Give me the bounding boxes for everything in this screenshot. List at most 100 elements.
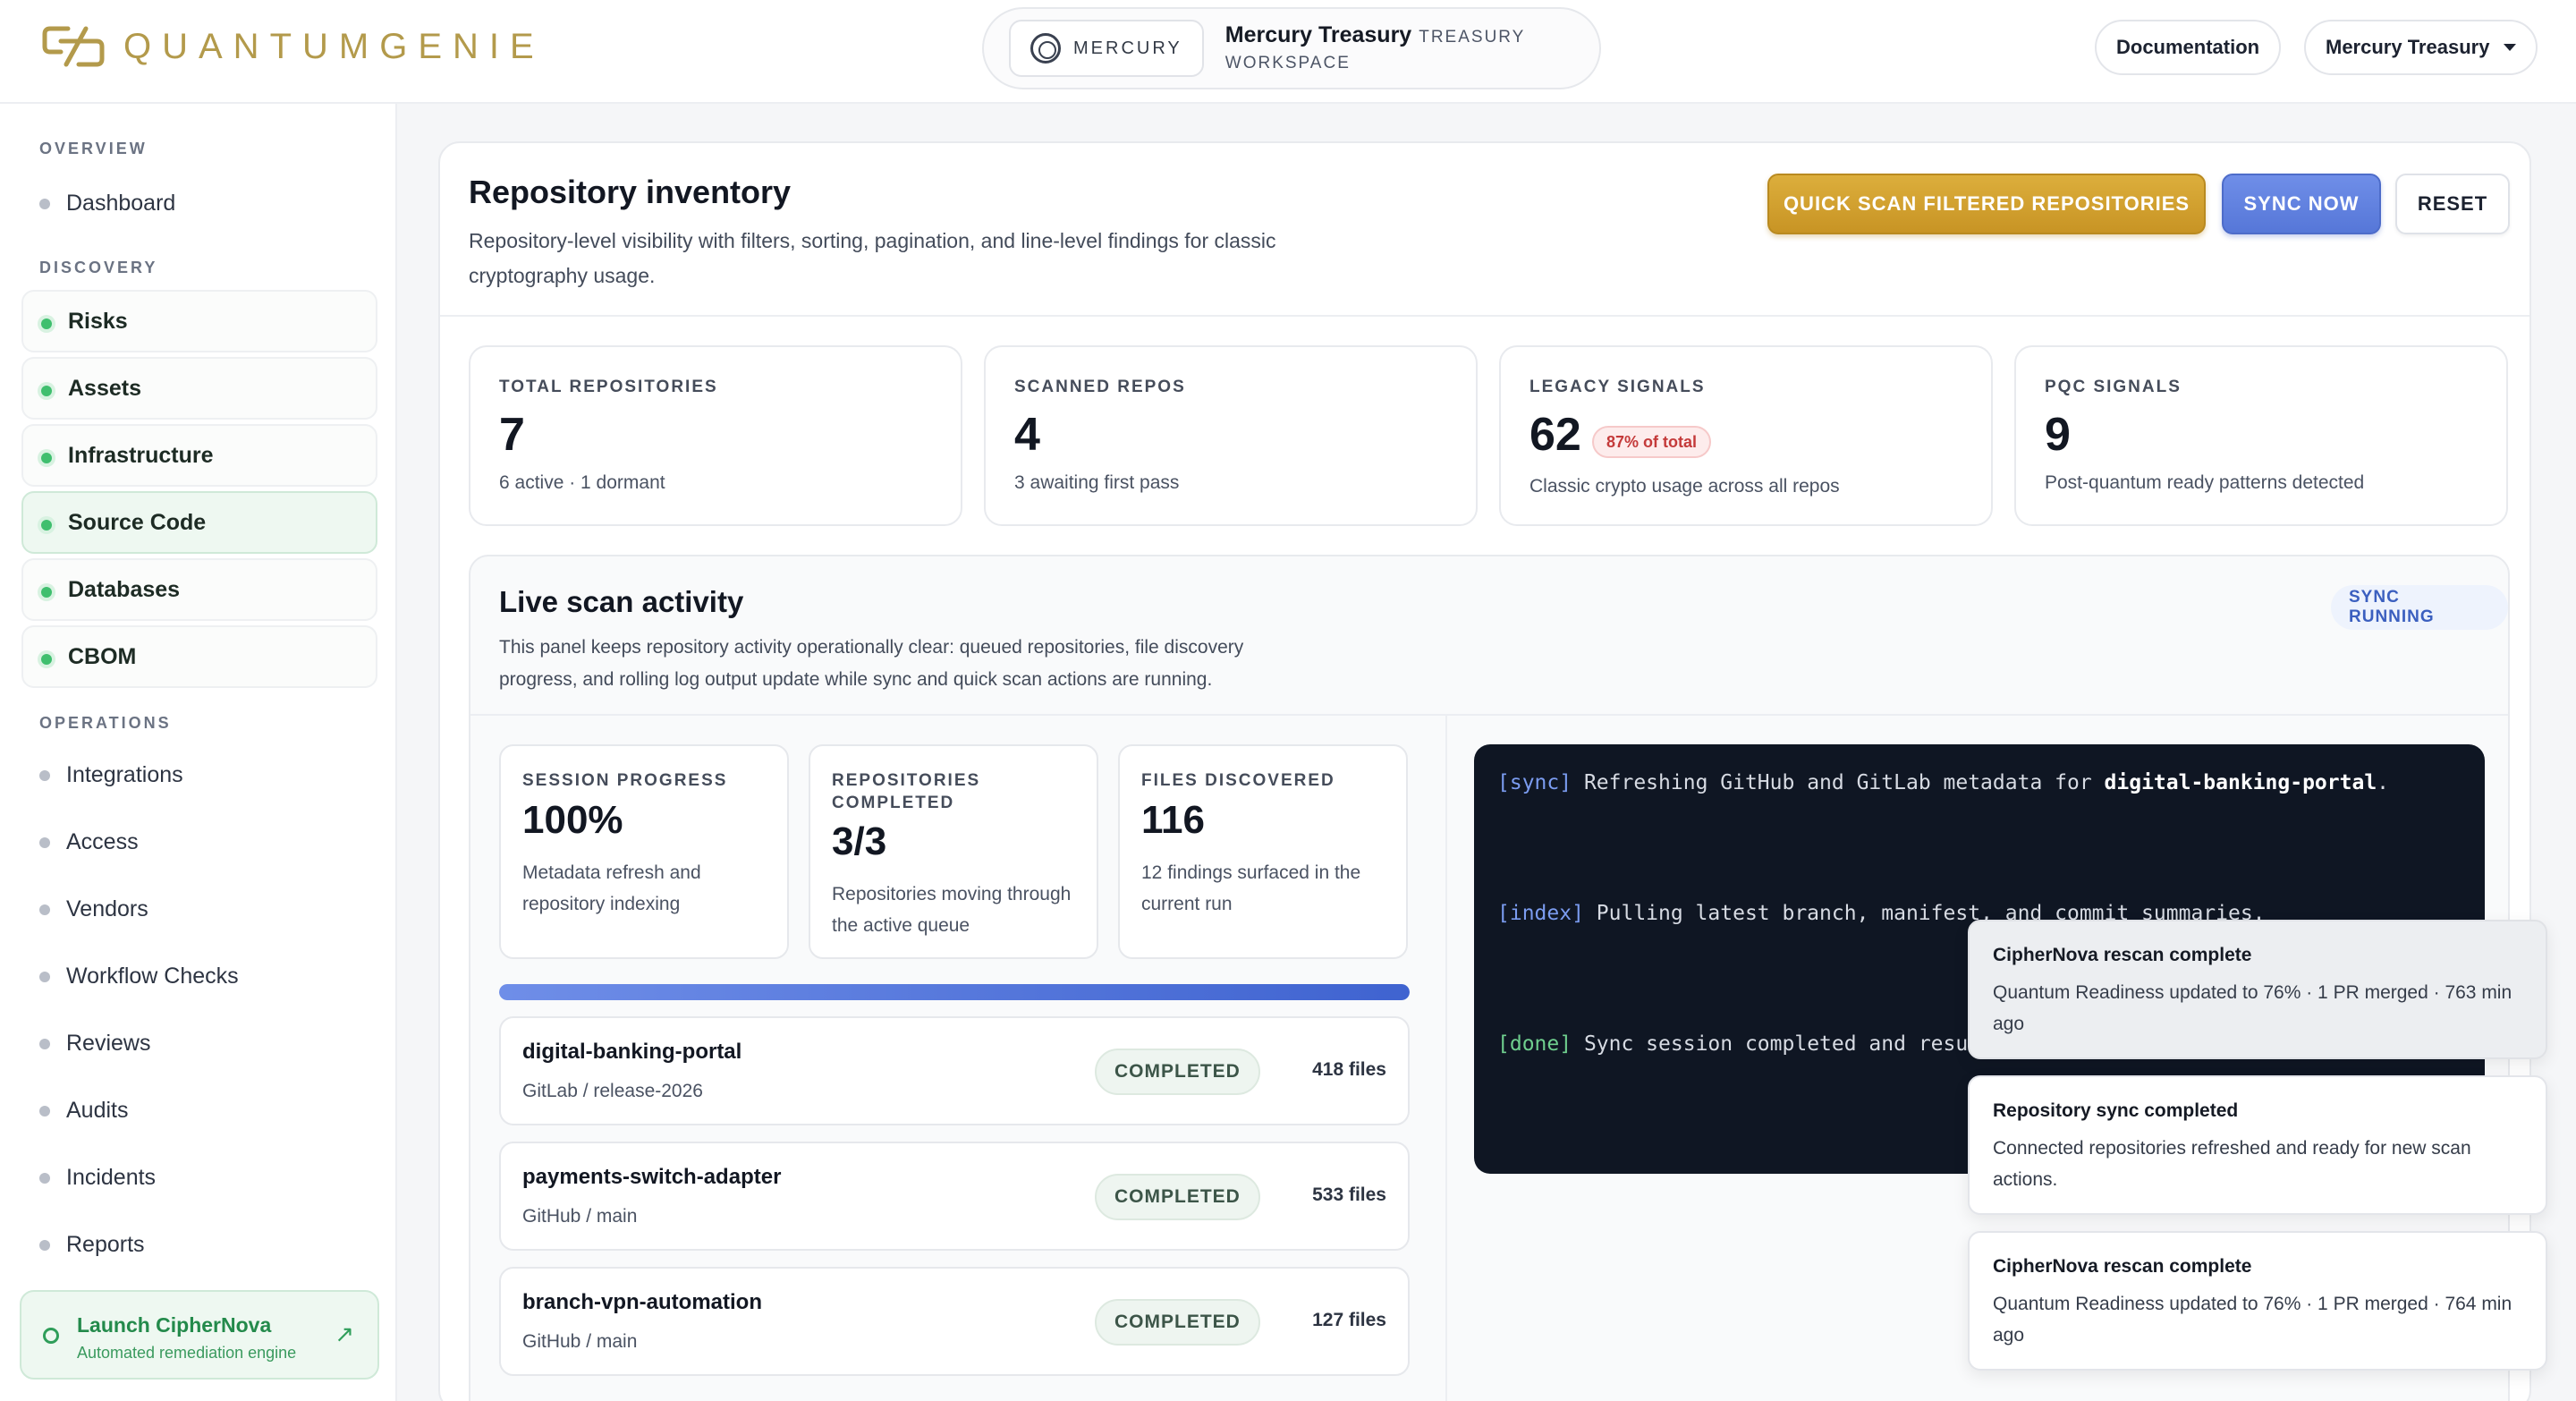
documentation-button[interactable]: Documentation <box>2095 20 2282 75</box>
stat-label: TOTAL REPOSITORIES <box>499 378 718 396</box>
sidebar-item-label: Audits <box>66 1097 129 1123</box>
nav-dot-icon <box>39 1106 50 1117</box>
repo-file-count: 127 files <box>1312 1310 1386 1330</box>
metric-label: REPOSITORIES COMPLETED <box>832 771 981 812</box>
status-dot-icon <box>41 520 52 531</box>
stat-subtitle: 6 active · 1 dormant <box>499 472 665 493</box>
sidebar-item-databases[interactable]: Databases <box>21 558 377 621</box>
sidebar-item-integrations[interactable]: Integrations <box>21 743 377 806</box>
log-tag: [index] <box>1497 902 1584 925</box>
sidebar-item-reports[interactable]: Reports <box>21 1213 377 1276</box>
sidebar-item-vendors[interactable]: Vendors <box>21 878 377 940</box>
header-divider <box>440 315 2529 317</box>
sidebar-item-label: Vendors <box>66 896 148 921</box>
toast-notification[interactable]: CipherNova rescan complete Quantum Readi… <box>1968 1231 2547 1371</box>
sidebar-item-workflow-checks[interactable]: Workflow Checks <box>21 945 377 1007</box>
sidebar-item-audits[interactable]: Audits <box>21 1079 377 1142</box>
sidebar-item-label: Dashboard <box>66 190 176 216</box>
sidebar-item-incidents[interactable]: Incidents <box>21 1146 377 1209</box>
page-title: Repository inventory <box>469 174 792 210</box>
nav-dot-icon <box>39 1039 50 1049</box>
status-dot-icon <box>41 654 52 665</box>
logo[interactable]: QUANTUMGENIE <box>41 23 545 70</box>
sync-status-badge: SYNC RUNNING <box>2331 585 2508 630</box>
log-repo: digital-banking-portal <box>2104 771 2377 794</box>
workspace-name-text: Mercury Treasury <box>1224 22 1412 47</box>
nav-dot-icon <box>39 770 50 781</box>
sidebar-item-label: Incidents <box>66 1164 157 1190</box>
sidebar-item-reviews[interactable]: Reviews <box>21 1012 377 1074</box>
sidebar-item-label: CBOM <box>68 643 137 669</box>
repo-row[interactable]: digital-banking-portal GitLab / release-… <box>499 1016 1410 1125</box>
live-divider <box>470 714 2508 716</box>
status-dot-icon <box>41 386 52 396</box>
legacy-percent-badge: 87% of total <box>1592 426 1712 458</box>
stat-legacy-signals: LEGACY SIGNALS 62 87% of total Classic c… <box>1499 345 1993 526</box>
sidebar-item-infrastructure[interactable]: Infrastructure <box>21 424 377 487</box>
stat-subtitle: Post-quantum ready patterns detected <box>2045 472 2365 493</box>
account-name: Mercury Treasury <box>2326 36 2490 58</box>
repo-row[interactable]: branch-vpn-automation GitHub / main COMP… <box>499 1267 1410 1376</box>
sidebar-item-access[interactable]: Access <box>21 811 377 873</box>
sidebar-section-operations: OPERATIONS <box>39 714 172 732</box>
sidebar-item-cbom[interactable]: CBOM <box>21 625 377 688</box>
sidebar-item-label: Risks <box>68 308 128 334</box>
metric-value: 116 <box>1141 798 1205 842</box>
quick-scan-button[interactable]: QUICK SCAN FILTERED REPOSITORIES <box>1767 174 2206 234</box>
log-tail: . <box>2377 771 2390 794</box>
workspace-switcher[interactable]: MERCURY Mercury Treasury TREASURY WORKSPA… <box>982 7 1601 89</box>
repo-branch: GitHub / main <box>522 1206 638 1227</box>
nav-dot-icon <box>39 1240 50 1251</box>
progress-fill <box>499 984 1410 1000</box>
repo-branch: GitHub / main <box>522 1331 638 1352</box>
metric-label: SESSION PROGRESS <box>522 771 728 790</box>
metric-repositories-completed: REPOSITORIES COMPLETED 3/3 Repositories … <box>809 744 1098 959</box>
launch-ciphernova-button[interactable]: Launch CipherNova Automated remediation … <box>20 1290 379 1380</box>
sidebar-item-label: Source Code <box>68 509 207 535</box>
sidebar-item-source-code[interactable]: Source Code <box>21 491 377 554</box>
sidebar-section-overview: OVERVIEW <box>39 140 148 157</box>
sidebar-item-assets[interactable]: Assets <box>21 357 377 420</box>
sidebar-section-discovery: DISCOVERY <box>39 259 158 276</box>
metric-label: FILES DISCOVERED <box>1141 771 1335 790</box>
sidebar-item-label: Reviews <box>66 1030 151 1056</box>
sidebar-item-risks[interactable]: Risks <box>21 290 377 352</box>
metric-files-discovered: FILES DISCOVERED 116 12 findings surface… <box>1118 744 1408 959</box>
sync-now-button[interactable]: SYNC NOW <box>2222 174 2381 234</box>
nav-dot-icon <box>39 972 50 982</box>
account-menu-button[interactable]: Mercury Treasury <box>2304 20 2538 75</box>
quantumgenie-logo-icon <box>42 26 105 67</box>
repo-name: digital-banking-portal <box>522 1040 742 1064</box>
sidebar-item-label: Databases <box>68 576 181 602</box>
repo-status-badge: COMPLETED <box>1095 1299 1260 1346</box>
logo-text: QUANTUMGENIE <box>123 26 545 66</box>
metric-value: 100% <box>522 798 623 842</box>
stat-pqc-signals: PQC SIGNALS 9 Post-quantum ready pattern… <box>2014 345 2508 526</box>
sidebar-item-label: Infrastructure <box>68 442 214 468</box>
toast-title: CipherNova rescan complete <box>1993 1256 2252 1277</box>
mercury-logo-icon <box>1030 33 1061 64</box>
toast-notification[interactable]: CipherNova rescan complete Quantum Readi… <box>1968 920 2547 1059</box>
toast-body: Connected repositories refreshed and rea… <box>1993 1138 2471 1190</box>
workspace-badge-label: MERCURY <box>1073 38 1182 58</box>
sidebar-item-dashboard[interactable]: Dashboard <box>21 172 377 234</box>
stat-total-repositories: TOTAL REPOSITORIES 7 6 active · 1 dorman… <box>469 345 962 526</box>
live-scan-description: This panel keeps repository activity ope… <box>499 637 1244 690</box>
workspace-badge: MERCURY <box>1009 20 1204 77</box>
repo-status-badge: COMPLETED <box>1095 1174 1260 1220</box>
toast-notification[interactable]: Repository sync completed Connected repo… <box>1968 1075 2547 1215</box>
metric-subtitle: Repositories moving through the active q… <box>832 884 1072 936</box>
reset-button[interactable]: RESET <box>2395 174 2510 234</box>
log-tag: [sync] <box>1497 771 1572 794</box>
launch-subtitle: Automated remediation engine <box>77 1344 297 1362</box>
stat-subtitle: Classic crypto usage across all repos <box>1530 476 1840 497</box>
stat-value: 9 <box>2045 409 2071 461</box>
metric-subtitle: Metadata refresh and repository indexing <box>522 862 701 914</box>
nav-dot-icon <box>39 904 50 915</box>
repo-branch: GitLab / release-2026 <box>522 1081 703 1101</box>
repo-row[interactable]: payments-switch-adapter GitHub / main CO… <box>499 1142 1410 1251</box>
nav-dot-icon <box>39 199 50 209</box>
log-tag: [done] <box>1497 1032 1572 1056</box>
stat-scanned-repos: SCANNED REPOS 4 3 awaiting first pass <box>984 345 1478 526</box>
status-dot-icon <box>41 453 52 463</box>
